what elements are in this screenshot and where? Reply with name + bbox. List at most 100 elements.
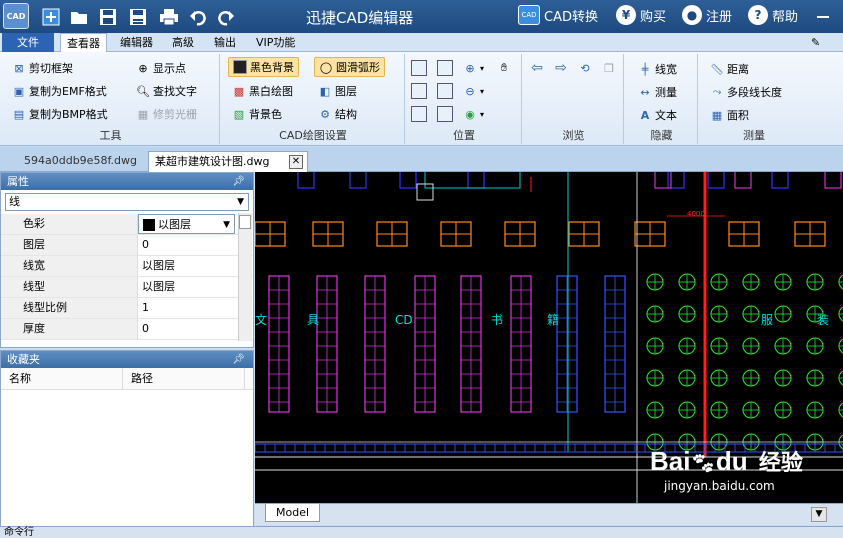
help-button[interactable]: ? 帮助 [748,5,798,25]
structure-button[interactable]: ⚙ 结构 [318,104,357,124]
save-icon[interactable] [97,6,119,28]
chevron-down-icon: ▼ [237,197,244,207]
view-options-button[interactable]: ◉ ▾ [463,104,484,124]
pan-button[interactable]: ✋︎ [497,58,511,78]
doc-tab-1[interactable]: 594a0ddb9e58f.dwg [18,151,143,172]
print-icon[interactable] [158,6,180,28]
undo-icon[interactable] [187,6,209,28]
arrow-left-icon: ⇦ [531,60,543,76]
zoom-in-icon: ⊕ [465,61,475,75]
copy-view-button[interactable]: ❐ [602,58,616,78]
entity-type-value: 线 [9,195,20,208]
prop-key: 色彩 [1,214,138,234]
area-button[interactable]: ▦ 面积 [710,105,749,125]
properties-scrollbar[interactable] [238,213,252,341]
prop-value-color[interactable]: 以图层 ▼ [138,214,235,234]
prop-key: 线型 [1,277,138,297]
scroll-thumb[interactable] [239,215,251,229]
model-tab[interactable]: Model [265,504,321,522]
prop-row-layer[interactable]: 图层 0 [1,235,253,256]
black-background-icon [233,60,247,74]
zoom-extents-button[interactable] [411,81,427,101]
prev-view-button[interactable]: ⇦ [530,58,544,78]
zoom-out-button[interactable]: ⊖ ▾ [463,81,484,101]
buy-button[interactable]: ¥ 购买 [616,5,666,25]
smooth-arc-button[interactable]: ◯ 圆滑弧形 [314,57,385,77]
zoom-extents-icon [411,83,427,99]
pin-icon[interactable]: 📌︎ [232,351,245,368]
cad-convert-button[interactable]: CAD CAD转换 [518,5,598,25]
clip-frame-icon: ⊠ [14,61,24,75]
user-icon: ● [682,5,702,25]
trim-raster-button[interactable]: ▦ 修剪光栅 [136,104,197,124]
prop-row-color[interactable]: 色彩 以图层 ▼ [1,214,253,235]
command-line[interactable]: 命令行 [0,526,843,538]
next-view-button[interactable]: ⇨ [554,58,568,78]
chevron-down-icon[interactable]: ▼ [811,507,827,522]
prop-row-linetype[interactable]: 线型 以图层 [1,277,253,298]
show-points-button[interactable]: ⊕ 显示点 [136,58,186,78]
cad-top-box [734,172,752,189]
cad-zone-label: 装 [817,313,829,327]
find-text-label: 查找文字 [153,85,197,98]
register-button[interactable]: ● 注册 [682,5,732,25]
find-text-button[interactable]: 🔍︎ 查找文字 [136,81,197,101]
prop-row-linewidth[interactable]: 线宽 以图层 [1,256,253,277]
app-logo-text: CAD [6,11,26,21]
cad-dimension-text: 4000 [687,210,705,218]
zoom-previous-button[interactable] [437,81,453,101]
refresh-view-button[interactable]: ⟲ [578,58,592,78]
dimension-icon: ↔ [640,85,650,99]
zoom-realtime-button[interactable] [437,58,453,78]
polyline-length-button[interactable]: ⤳ 多段线长度 [710,82,782,102]
smooth-arc-label: 圆滑弧形 [336,61,380,74]
background-color-button[interactable]: ▧ 背景色 [232,104,282,124]
line-width-button[interactable]: ╪ 线宽 [638,59,677,79]
tab-vip[interactable]: VIP功能 [250,33,301,52]
tab-advanced[interactable]: 高级 [166,33,200,52]
doc-tab-2[interactable]: 某超市建筑设计图.dwg ✕ [148,151,308,172]
rotate-view-button[interactable] [411,104,427,124]
copy-emf-button[interactable]: ▣ 复制为EMF格式 [12,81,107,101]
layers-button[interactable]: ◧ 图层 [318,81,357,101]
black-background-button[interactable]: 黑色背景 [228,57,299,77]
app-logo[interactable]: CAD [3,3,29,29]
clip-frame-button[interactable]: ⊠ 剪切框架 [12,58,73,78]
zoom-previous-icon [437,83,453,99]
structure-icon: ⚙ [320,107,330,121]
save-as-icon[interactable] [127,6,149,28]
prop-row-thickness[interactable]: 厚度 0 [1,319,253,340]
entity-type-select[interactable]: 线 ▼ [5,193,249,211]
prop-value: 以图层 [142,280,175,293]
tab-output[interactable]: 输出 [208,33,242,52]
open-icon[interactable] [68,6,90,28]
column-name[interactable]: 名称 [1,368,123,389]
bw-drawing-button[interactable]: ▩ 黑白绘图 [232,81,293,101]
favorites-columns: 名称 路径 [1,368,253,390]
prop-row-linetype-scale[interactable]: 线型比例 1 [1,298,253,319]
trim-raster-label: 修剪光栅 [153,108,197,121]
redo-icon[interactable] [215,6,237,28]
title-bar: CAD 迅捷CAD编辑器 CAD CAD转换 ¥ 购买 ● 注册 ? 帮助 [0,0,843,33]
color-swatch [143,219,155,231]
text-button[interactable]: A 文本 [638,105,677,125]
new-icon[interactable] [40,6,62,28]
zoom-object-button[interactable] [437,104,453,124]
pin-icon[interactable]: 📌︎ [232,173,245,190]
cad-zone-label: 服 [761,313,773,327]
zoom-in-button[interactable]: ⊕ ▾ [463,58,484,78]
zoom-window-button[interactable] [411,58,427,78]
dimension-button[interactable]: ↔ 测量 [638,82,677,102]
customize-icon[interactable]: ✎ [805,33,826,52]
tab-editor[interactable]: 编辑器 [114,33,159,52]
tab-viewer[interactable]: 查看器 [60,33,107,53]
distance-button[interactable]: 📏︎ 距离 [710,59,749,79]
column-path[interactable]: 路径 [123,368,245,389]
close-icon[interactable]: ✕ [289,155,303,169]
prop-key: 厚度 [1,319,138,339]
cad-convert-icon: CAD [518,5,540,25]
tab-file[interactable]: 文件 [2,33,54,52]
copy-bmp-button[interactable]: ▤ 复制为BMP格式 [12,104,108,124]
group-draw-settings-label: CAD绘图设置 [279,129,347,142]
minimize-icon[interactable] [812,6,834,28]
